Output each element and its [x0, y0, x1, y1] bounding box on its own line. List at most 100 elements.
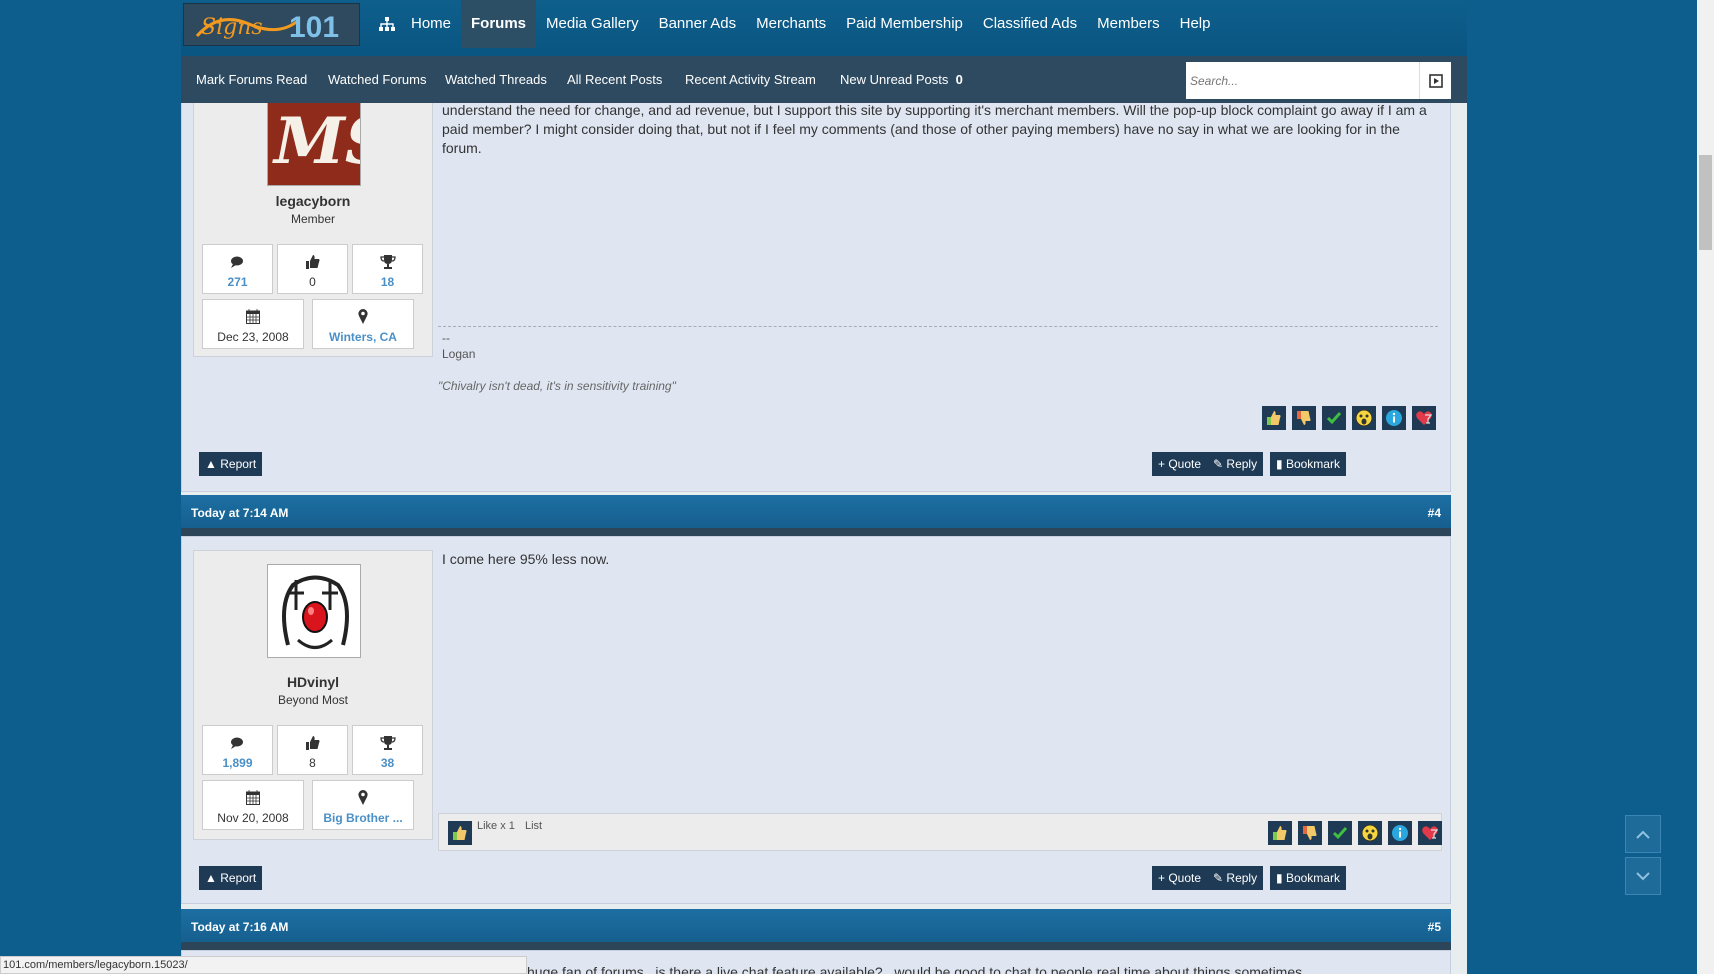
- browser-scrollbar[interactable]: [1697, 0, 1714, 974]
- trophies-stat[interactable]: 18: [352, 244, 423, 294]
- heart-wine-icon[interactable]: [1412, 406, 1436, 430]
- quote-button[interactable]: + Quote: [1152, 452, 1208, 476]
- post-number[interactable]: #4: [1428, 506, 1441, 520]
- info-icon[interactable]: [1382, 406, 1406, 430]
- all-recent-posts-link[interactable]: All Recent Posts: [567, 56, 662, 103]
- likes-count: 8: [309, 756, 316, 770]
- scroll-to-bottom-button[interactable]: [1625, 857, 1661, 895]
- search-button[interactable]: [1419, 62, 1451, 99]
- nav-members[interactable]: Members: [1087, 0, 1170, 48]
- messages-stat[interactable]: 271: [202, 244, 273, 294]
- svg-text:101: 101: [289, 11, 339, 44]
- joined-stat: Dec 23, 2008: [202, 299, 304, 349]
- recent-activity-stream-link[interactable]: Recent Activity Stream: [685, 56, 816, 103]
- agree-check-icon[interactable]: [1328, 821, 1352, 845]
- signature-name: Logan: [442, 347, 476, 361]
- mark-forums-read-link[interactable]: Mark Forums Read: [196, 56, 307, 103]
- like-summary-icon: [448, 821, 472, 845]
- wow-face-icon[interactable]: [1358, 821, 1382, 845]
- username[interactable]: legacyborn: [194, 193, 432, 209]
- info-icon[interactable]: [1388, 821, 1412, 845]
- avatar[interactable]: [267, 564, 361, 658]
- reply-button[interactable]: ✎ Reply: [1207, 452, 1264, 476]
- header-underline: [181, 528, 1451, 536]
- location-stat[interactable]: Winters, CA: [312, 299, 414, 349]
- report-button[interactable]: ▲ Report: [199, 452, 263, 476]
- dislike-reaction-icon[interactable]: [1292, 406, 1316, 430]
- pencil-icon: ✎: [1213, 457, 1224, 471]
- user-title: Beyond Most: [277, 693, 349, 707]
- report-label: Report: [220, 871, 257, 885]
- user-info: HDvinyl Beyond Most 1,899 8 38 Nov 20, 2…: [193, 550, 433, 840]
- report-button[interactable]: ▲ Report: [199, 866, 263, 890]
- nav-merchants[interactable]: Merchants: [746, 0, 836, 48]
- likes-stat: 8: [277, 725, 348, 775]
- watched-threads-link[interactable]: Watched Threads: [445, 56, 547, 103]
- joined-stat: Nov 20, 2008: [202, 780, 304, 830]
- likes-stat: 0: [277, 244, 348, 294]
- location-stat[interactable]: Big Brother ...: [312, 780, 414, 830]
- site-logo[interactable]: Signs 101: [183, 3, 360, 46]
- heart-wine-icon[interactable]: [1418, 821, 1442, 845]
- joined-date: Dec 23, 2008: [217, 330, 289, 344]
- nav-forums[interactable]: Forums: [461, 0, 537, 48]
- trophies-count: 18: [380, 275, 395, 289]
- avatar[interactable]: MS: [267, 92, 361, 186]
- bookmark-icon: ▮: [1276, 871, 1283, 885]
- messages-stat[interactable]: 1,899: [202, 725, 273, 775]
- warning-icon: ▲: [205, 457, 217, 471]
- top-navigation: Signs 101 Home Forums Media Gallery Bann…: [181, 0, 1467, 56]
- new-unread-posts-link[interactable]: New Unread Posts 0: [840, 56, 963, 103]
- nav-home[interactable]: Home: [401, 0, 461, 48]
- agree-check-icon[interactable]: [1322, 406, 1346, 430]
- post-timestamp[interactable]: Today at 7:14 AM: [191, 506, 288, 520]
- bookmark-label: Bookmark: [1285, 457, 1340, 471]
- thumbs-up-icon: [278, 726, 347, 750]
- browser-status-url: 101.com/members/legacyborn.15023/: [0, 956, 527, 974]
- new-unread-posts-label: New Unread Posts: [840, 72, 949, 87]
- report-label: Report: [220, 457, 257, 471]
- nav-banner-ads[interactable]: Banner Ads: [649, 0, 747, 48]
- reply-label: Reply: [1226, 871, 1258, 885]
- reply-button[interactable]: ✎ Reply: [1207, 866, 1264, 890]
- like-list-link[interactable]: List: [525, 820, 542, 832]
- nav-media-gallery[interactable]: Media Gallery: [536, 0, 649, 48]
- post-header-5: Today at 7:16 AM #5: [181, 909, 1451, 950]
- scrollbar-thumb[interactable]: [1699, 155, 1712, 250]
- post-number[interactable]: #5: [1428, 920, 1441, 934]
- watched-forums-link[interactable]: Watched Forums: [328, 56, 427, 103]
- chevron-up-icon: [1636, 830, 1650, 839]
- like-reaction-icon[interactable]: [1262, 406, 1286, 430]
- post-timestamp[interactable]: Today at 7:16 AM: [191, 920, 288, 934]
- post-message: I come here 95% less now.: [442, 551, 610, 567]
- scroll-to-top-button[interactable]: [1625, 815, 1661, 853]
- reaction-bar: [1262, 406, 1436, 430]
- calendar-icon: [203, 300, 303, 324]
- calendar-icon: [203, 781, 303, 805]
- nav-help[interactable]: Help: [1170, 0, 1221, 48]
- quote-button[interactable]: + Quote: [1152, 866, 1208, 890]
- trophies-count: 38: [380, 756, 395, 770]
- likes-summary-bar: Like x 1 List: [438, 813, 1442, 851]
- bookmark-button[interactable]: ▮ Bookmark: [1270, 866, 1346, 890]
- bookmark-button[interactable]: ▮ Bookmark: [1270, 452, 1346, 476]
- sitemap-icon[interactable]: [373, 0, 401, 48]
- trophy-icon: [353, 245, 422, 269]
- wow-face-icon[interactable]: [1352, 406, 1376, 430]
- post-message-partial: huge fan of forums.. is there a live cha…: [527, 964, 1303, 974]
- signs101-logo-icon: Signs 101: [195, 11, 339, 44]
- nav-paid-membership[interactable]: Paid Membership: [836, 0, 973, 48]
- username[interactable]: HDvinyl: [194, 674, 432, 690]
- search-input[interactable]: [1186, 62, 1419, 99]
- nav-classified-ads[interactable]: Classified Ads: [973, 0, 1087, 48]
- trophies-stat[interactable]: 38: [352, 725, 423, 775]
- dislike-reaction-icon[interactable]: [1298, 821, 1322, 845]
- reaction-bar: [1268, 821, 1442, 845]
- comments-icon: [203, 726, 272, 750]
- like-count-text[interactable]: Like x 1: [477, 820, 515, 832]
- messages-count: 1,899: [222, 756, 253, 770]
- signature-divider: [438, 326, 1438, 327]
- user-info: MS legacyborn Member 271 0 18 Dec 23, 20…: [193, 91, 433, 357]
- comments-icon: [203, 245, 272, 269]
- like-reaction-icon[interactable]: [1268, 821, 1292, 845]
